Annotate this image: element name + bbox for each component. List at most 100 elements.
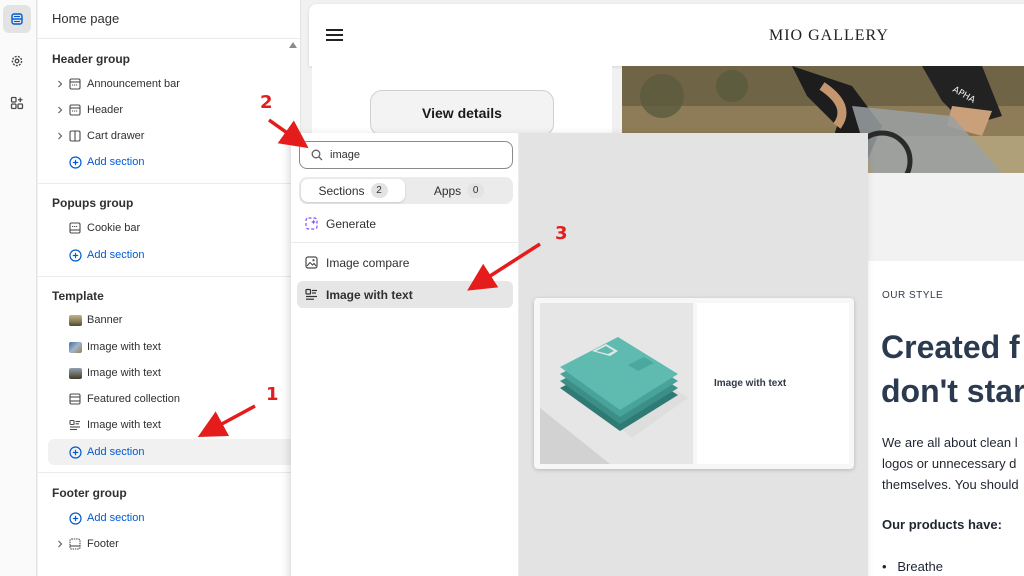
chevron-right-icon[interactable] xyxy=(52,540,68,548)
plus-circle-icon xyxy=(68,248,82,262)
tab-label: Sections xyxy=(318,183,365,198)
image-text-icon xyxy=(304,288,318,302)
section-eyebrow: OUR STYLE xyxy=(882,290,944,301)
section-search-input[interactable]: image xyxy=(299,141,513,169)
sidebar-item-label: Cart drawer xyxy=(87,130,145,142)
tab-count-badge: 0 xyxy=(467,183,485,198)
add-section-popover: image Sections 2 Apps 0 Generate Image c… xyxy=(291,133,868,576)
headline-line: Created f xyxy=(881,329,1020,365)
plus-circle-icon xyxy=(68,445,82,459)
sidebar-item-image-with-text[interactable]: Image with text xyxy=(52,336,161,358)
section-layout-icon xyxy=(68,392,82,406)
sidebar-item-announcement-bar[interactable]: Announcement bar xyxy=(52,73,180,95)
preview-store-header: MIO GALLERY xyxy=(309,4,1024,66)
list-item: • Breathe xyxy=(882,559,943,574)
sidebar-item-label: Header xyxy=(87,104,124,116)
sidebar-item-featured-collection[interactable]: Featured collection xyxy=(52,388,180,410)
section-layout-icon xyxy=(68,77,82,91)
sidebar-item-label: Image with text xyxy=(87,367,161,379)
step-number-3: 3 xyxy=(555,223,568,244)
chevron-right-icon[interactable] xyxy=(52,80,68,88)
sparkle-icon xyxy=(304,217,318,231)
plus-circle-icon xyxy=(68,155,82,169)
sidebar-item-label: Banner xyxy=(87,314,123,326)
step-number-1: 1 xyxy=(266,384,279,405)
sections-icon[interactable] xyxy=(3,5,31,33)
sidebar-item-label: Announcement bar xyxy=(87,78,180,90)
paragraph-line: We are all about clean l xyxy=(882,435,1018,450)
add-section-label: Add section xyxy=(87,249,145,261)
image-text-icon xyxy=(68,418,82,432)
divider xyxy=(38,38,300,39)
section-preview-card: Image with text xyxy=(534,298,854,469)
image-thumbnail-icon xyxy=(68,313,82,327)
products-heading: Our products have: xyxy=(882,517,1002,532)
scroll-up-arrow-icon[interactable] xyxy=(289,42,297,48)
hamburger-icon[interactable] xyxy=(326,29,343,41)
add-section-button-header[interactable]: Add section xyxy=(52,151,144,173)
sidebar-item-label: Cookie bar xyxy=(87,222,141,234)
result-label: Image with text xyxy=(326,287,413,302)
result-label: Image compare xyxy=(326,255,410,270)
group-title-template: Template xyxy=(52,289,104,303)
add-section-label: Add section xyxy=(87,446,145,458)
preview-spacer xyxy=(868,173,1024,261)
group-title-header: Header group xyxy=(52,52,131,66)
sections-sidebar: Home page Header group Announcement bar … xyxy=(38,0,315,576)
section-headline: Created f don't star xyxy=(881,325,1024,413)
headline-line: don't star xyxy=(881,373,1024,409)
chevron-right-icon[interactable] xyxy=(52,106,68,114)
gear-icon[interactable] xyxy=(3,47,31,75)
store-brand: MIO GALLERY xyxy=(769,27,889,44)
step-number-2: 2 xyxy=(260,92,273,113)
drawer-icon xyxy=(68,129,82,143)
add-section-label: Add section xyxy=(87,512,145,524)
image-thumbnail-icon xyxy=(68,340,82,354)
add-section-label: Add section xyxy=(87,156,145,168)
view-details-button[interactable]: View details xyxy=(370,90,554,136)
group-title-footer: Footer group xyxy=(52,486,127,500)
chevron-right-icon[interactable] xyxy=(52,132,68,140)
sidebar-item-header[interactable]: Header xyxy=(52,99,123,121)
generate-label: Generate xyxy=(326,216,377,231)
sidebar-item-banner[interactable]: Banner xyxy=(52,309,122,331)
preview-text: Image with text xyxy=(697,303,849,464)
result-image-with-text[interactable]: Image with text xyxy=(297,281,513,308)
sidebar-item-image-with-text[interactable]: Image with text xyxy=(52,362,161,384)
generate-section-button[interactable]: Generate xyxy=(297,210,513,237)
sidebar-item-footer[interactable]: Footer xyxy=(52,533,119,555)
plus-circle-icon xyxy=(68,511,82,525)
preview-text-section: OUR STYLE Created f don't star We are al… xyxy=(868,261,1024,576)
paragraph-line: themselves. You should xyxy=(882,477,1019,492)
add-section-button-template[interactable]: Add section xyxy=(48,439,315,465)
section-paragraph: We are all about clean l logos or unnece… xyxy=(882,432,1019,495)
tab-sections[interactable]: Sections 2 xyxy=(301,179,405,202)
tab-apps[interactable]: Apps 0 xyxy=(407,179,511,202)
paragraph-line: logos or unnecessary d xyxy=(882,456,1017,471)
image-compare-icon xyxy=(304,256,318,270)
sidebar-item-cookie-bar[interactable]: Cookie bar xyxy=(52,217,140,239)
group-title-popups: Popups group xyxy=(52,196,134,210)
preview-image xyxy=(540,303,693,464)
divider xyxy=(38,183,300,184)
icon-rail xyxy=(0,0,37,576)
sidebar-item-label: Footer xyxy=(87,538,119,550)
search-icon xyxy=(304,149,330,161)
image-thumbnail-icon xyxy=(68,366,82,380)
tab-label: Apps xyxy=(433,183,462,198)
divider xyxy=(38,472,300,473)
search-value: image xyxy=(330,149,360,161)
apps-icon[interactable] xyxy=(3,89,31,117)
divider xyxy=(38,276,300,277)
add-section-button-popups[interactable]: Add section xyxy=(52,244,144,266)
section-layout-icon xyxy=(68,221,82,235)
sidebar-item-label: Image with text xyxy=(87,419,161,431)
sidebar-item-label: Image with text xyxy=(87,341,161,353)
result-image-compare[interactable]: Image compare xyxy=(297,249,513,276)
sidebar-item-image-with-text[interactable]: Image with text xyxy=(52,414,161,436)
add-section-button-footer[interactable]: Add section xyxy=(52,507,144,529)
picker-tabs: Sections 2 Apps 0 xyxy=(299,177,513,204)
list-item-text: Breathe xyxy=(897,559,943,574)
tab-count-badge: 2 xyxy=(370,183,388,198)
sidebar-item-cart-drawer[interactable]: Cart drawer xyxy=(52,125,144,147)
